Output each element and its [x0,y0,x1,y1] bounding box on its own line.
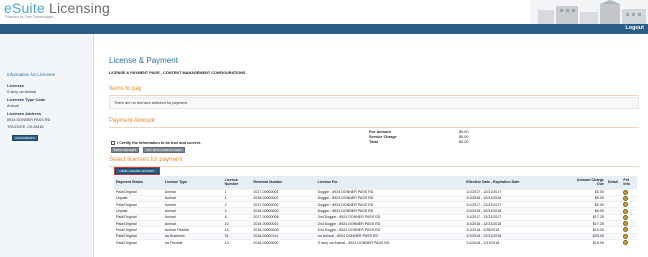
pet-info-icon[interactable] [623,227,629,233]
cell-status: Paid/Original [114,238,163,246]
table-row[interactable]: Paid/Original cw Flexible 13 2018-00000002 S… [114,238,637,246]
pet-info-icon[interactable] [623,195,629,201]
certify-checkbox[interactable] [111,141,115,145]
pet-info-icon[interactable] [623,189,629,195]
column-header[interactable]: Detail [605,176,622,189]
cell-for: S larry cw Animal - 8924 DONNER PASS RD [315,238,465,246]
total-label: Total [369,140,378,144]
town-skyline-illustration [530,0,648,24]
empty-items-panel [109,97,639,109]
fee-amount-value: $0.00 [459,130,469,134]
service-charge-value: $0.00 [459,135,469,139]
logout-link[interactable]: Logout [625,25,644,31]
cell-dates: 1/1/2018 - 1/31/2018 [464,238,571,246]
licensee-label: Licensee [7,83,25,88]
fee-amount-label: Fee Amount [369,130,391,134]
licensee-sidebar [0,34,94,257]
cell-detail [605,238,622,246]
items-to-pay-heading: Items to pay [109,86,142,92]
address-line-1: 8924 DONNER PASS RD [7,118,51,122]
no-items-message: There are no licenses selected for payme… [114,101,188,105]
brand-name-part2: Licensing [49,0,110,16]
cell-pet-info [621,238,637,246]
column-header[interactable]: Amount Charge Due [570,176,606,189]
cell-renewal: 2018-00000002 [251,238,316,246]
pet-info-icon[interactable] [623,202,629,208]
service-charge-label: Service Charge [369,135,397,139]
cell-number: 13 [222,238,252,246]
licensee-value: S larry cw Animal [7,90,37,94]
licensee-address-label: Licensee Address [7,111,42,116]
certify-label: I Certify the information to be true and… [117,141,201,145]
section-divider [109,127,639,128]
page-subtitle: LICENSE & PAYMENT PAGE - CONTENT MANAGEM… [109,71,246,75]
cell-amount: $19.00 [570,238,606,246]
select-licenses-heading: Select licenses for payment [109,157,183,163]
total-value: $0.00 [459,140,469,144]
column-header[interactable]: License For [315,176,465,189]
cell-type: cw Flexible [162,238,223,246]
app-header: eSuite Licensing Powered by Tyler Techno… [0,0,648,24]
payment-amount-heading: Payment Amount [109,118,155,124]
hide-license-history-button[interactable]: HIDE LICENSE HISTORY [113,166,161,176]
column-header[interactable]: Pet Info [621,176,637,189]
brand-name-part1: eSuite [4,0,45,16]
print-receipt-button[interactable]: PRINT RECEIPT [111,147,139,153]
licensee-type-value: Animal [7,104,19,108]
pet-info-icon[interactable] [623,240,629,246]
pet-info-icon[interactable] [623,221,629,227]
pet-info-icon[interactable] [623,233,629,239]
section-divider [109,166,639,167]
pet-info-icon[interactable] [623,208,629,214]
table-header-row: Payment Status License Type License Numb… [114,176,637,189]
page-title: License & Payment [109,56,178,65]
pay-with-credit-card-button[interactable]: PAY WITH CREDIT CARD [143,147,185,153]
address-line-2: TRUCKEE, CA 96161 [7,125,44,129]
column-header[interactable]: Payment Status [114,176,163,189]
brand-logo[interactable]: eSuite Licensing [4,0,110,16]
top-navigation-bar [0,24,648,34]
column-header[interactable]: Effective Date - Expiration Date [464,176,571,189]
column-header[interactable]: Renewal Number [251,176,316,189]
column-header[interactable]: License Type [162,176,223,189]
licenses-table: Payment Status License Type License Numb… [114,176,637,246]
section-divider [109,95,639,96]
column-header[interactable]: License Number [222,176,252,189]
brand-subtitle: Powered by Tyler Technologies [5,15,54,19]
pet-info-icon[interactable] [623,214,629,220]
sidebar-heading: Information for Licensee [7,72,56,77]
licensee-type-label: Licensee Type Code [7,97,46,102]
documents-button[interactable]: DOCUMENTS [12,135,38,141]
